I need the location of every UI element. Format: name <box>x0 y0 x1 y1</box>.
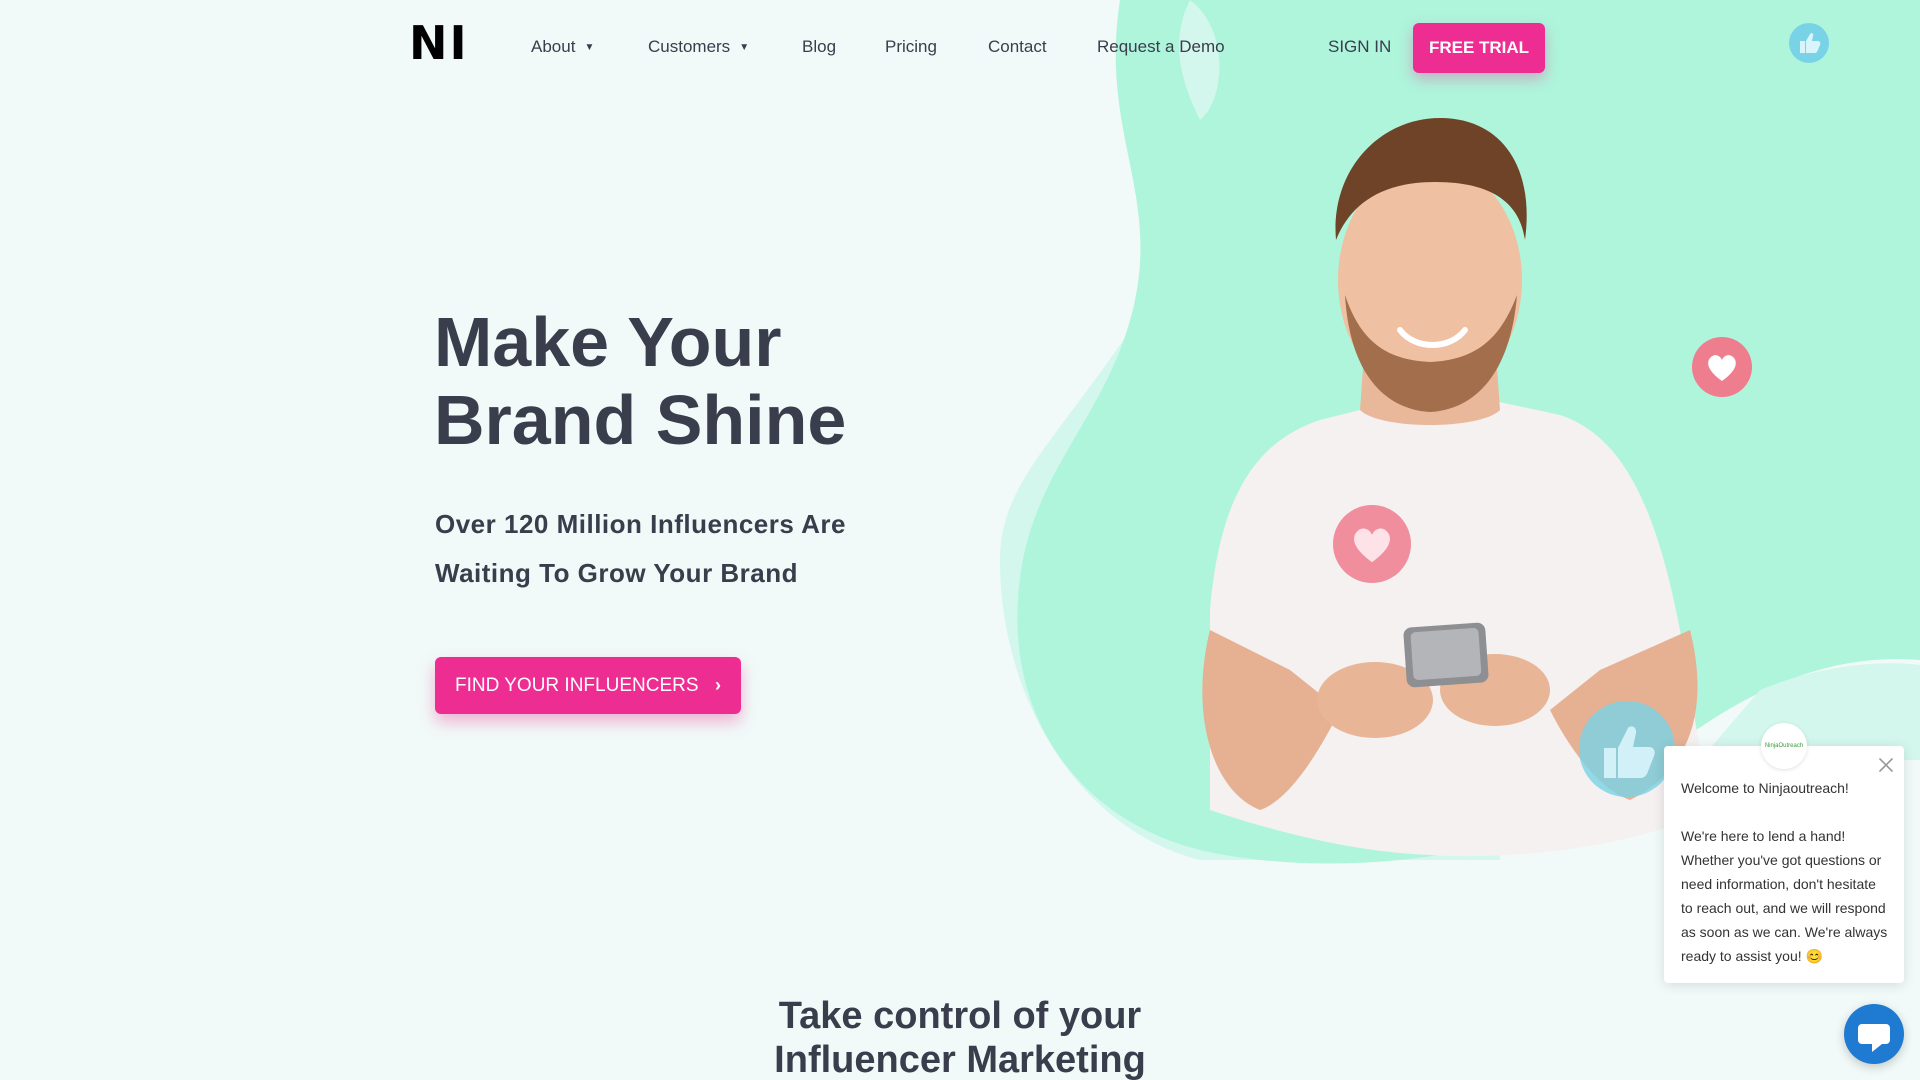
chevron-right-icon: › <box>715 675 721 695</box>
nav-item-request-demo[interactable]: Request a Demo <box>1097 36 1225 58</box>
section-title-line: Influencer Marketing <box>774 1039 1146 1080</box>
caret-down-icon: ▼ <box>739 42 750 53</box>
sign-in-link[interactable]: SIGN IN <box>1328 36 1391 58</box>
hero-title-line: Brand Shine <box>434 381 847 459</box>
hero-subtitle-line: Waiting To Grow Your Brand <box>435 558 799 588</box>
chat-launcher-button[interactable] <box>1844 1004 1904 1064</box>
find-influencers-button[interactable]: FIND YOUR INFLUENCERS › <box>435 657 741 714</box>
heart-icon <box>1333 505 1411 583</box>
hero-subtitle-line: Over 120 Million Influencers Are <box>435 509 846 539</box>
heart-icon <box>1692 337 1752 397</box>
chat-greeting: Welcome to Ninjaoutreach! <box>1681 780 1849 796</box>
nav-item-label: About <box>531 37 576 56</box>
nav-item-label: Customers <box>648 37 731 56</box>
section-title: Take control of your Influencer Marketin… <box>660 994 1260 1080</box>
section-title-line: Take control of your <box>778 995 1142 1037</box>
hero-title-line: Make Your <box>434 303 782 381</box>
chat-message: We're here to lend a hand! Whether you'v… <box>1681 828 1888 964</box>
thumbs-up-icon <box>1789 23 1829 63</box>
hero-title: Make Your Brand Shine <box>434 303 954 459</box>
nav-item-blog[interactable]: Blog <box>802 36 836 58</box>
chat-welcome-popup[interactable]: Welcome to Ninjaoutreach! We're here to … <box>1664 746 1904 983</box>
logo[interactable]: NI <box>409 20 469 66</box>
chat-bubble-icon <box>1858 1024 1890 1052</box>
thumbs-up-icon <box>1579 701 1675 797</box>
nav-item-about[interactable]: About ▼ <box>531 36 594 59</box>
nav-item-contact[interactable]: Contact <box>988 36 1047 58</box>
nav-item-pricing[interactable]: Pricing <box>885 36 937 58</box>
chat-agent-avatar: NinjaOutreach <box>1761 723 1807 769</box>
caret-down-icon: ▼ <box>584 42 595 53</box>
cta-label: FIND YOUR INFLUENCERS <box>455 675 699 696</box>
nav-item-customers[interactable]: Customers ▼ <box>648 36 749 59</box>
hero-subtitle: Over 120 Million Influencers Are Waiting… <box>435 500 895 598</box>
free-trial-button[interactable]: FREE TRIAL <box>1413 23 1545 73</box>
close-icon[interactable] <box>1877 756 1895 774</box>
